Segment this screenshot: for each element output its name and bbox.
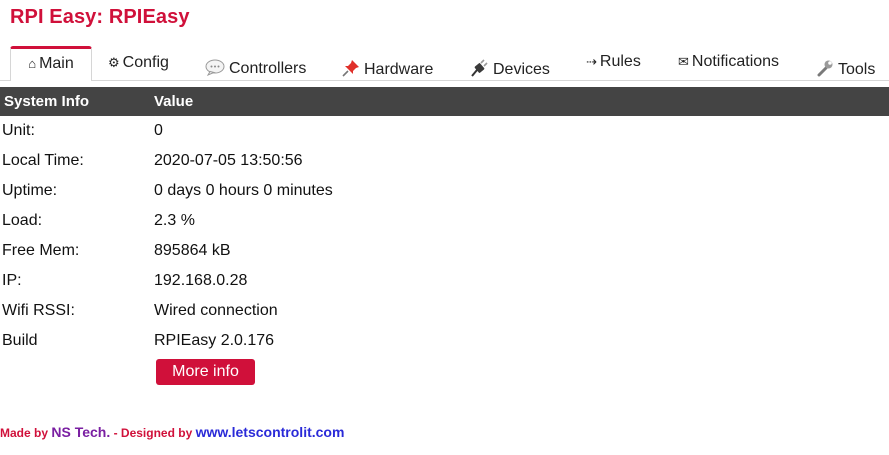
tab-devices[interactable]: Devices [469,59,550,79]
footer-link[interactable]: www.letscontrolit.com [196,424,345,440]
app-title: RPI Easy: RPIEasy [10,6,190,28]
row-value: Wired connection [154,302,278,319]
row-label: Wifi RSSI: [2,302,75,319]
row-label: Free Mem: [2,242,80,259]
row-value: 2.3 % [154,212,195,229]
tab-rules[interactable]: ⇢ Rules [586,53,641,71]
tab-notifications-label: Notifications [691,53,780,70]
header-value: Value [154,87,889,116]
more-info-button[interactable]: More info [156,359,255,385]
footer-made-by: Made by [0,426,52,440]
row-label: Local Time: [2,152,84,169]
tab-hardware-label: Hardware [364,61,434,78]
table-row: Local Time: 2020-07-05 13:50:56 [0,146,889,176]
row-label: Load: [2,212,43,229]
tab-controllers[interactable]: Controllers [205,59,306,78]
table-row: IP: 192.168.0.28 [0,266,889,296]
row-label: Uptime: [2,182,58,199]
table-row: Build RPIEasy 2.0.176 [0,326,889,356]
tab-main[interactable]: ⌂ Main [10,46,92,82]
table-row: Unit: 0 [0,116,889,146]
tab-main-label: Main [39,55,74,72]
row-label: Unit: [2,122,35,139]
row-value: RPIEasy 2.0.176 [154,332,275,349]
row-value: 2020-07-05 13:50:56 [154,152,303,169]
tab-hardware[interactable]: Hardware [342,59,433,79]
system-info-table: System Info Value Unit: 0 Local Time: 20… [0,87,889,356]
tab-bar: ⌂ Main ⚙ Config Controllers Hardware Devic… [0,44,889,82]
row-value: 0 [154,122,163,139]
footer-brand: NS Tech. [51,424,111,440]
header-system-info: System Info [0,87,154,116]
table-header-row: System Info Value [0,87,889,116]
table-row: Wifi RSSI: Wired connection [0,296,889,326]
tab-tools[interactable]: Tools [816,59,875,79]
table-row: Free Mem: 895864 kB [0,236,889,266]
tab-controllers-label: Controllers [229,60,307,77]
row-value: 895864 kB [154,242,231,259]
gear-icon: ⚙ [108,55,120,70]
speech-bubble-icon [205,59,225,77]
tab-notifications[interactable]: ✉ Notifications [678,53,779,71]
tab-config-label: Config [122,54,169,71]
tab-rules-label: Rules [599,53,641,70]
row-label: Build [2,332,38,349]
tab-devices-label: Devices [493,61,550,78]
footer-designed-by: - Designed by [110,426,196,440]
wrench-icon [817,60,833,77]
tab-config[interactable]: ⚙ Config [108,54,169,72]
envelope-icon: ✉ [678,54,689,69]
tab-tools-label: Tools [838,61,876,78]
arrow-right-icon: ⇢ [586,54,597,69]
row-value: 0 days 0 hours 0 minutes [154,182,333,199]
footer: Made by NS Tech. - Designed by www.letsc… [0,424,344,440]
pushpin-icon [342,60,359,77]
table-row: Load: 2.3 % [0,206,889,236]
home-icon: ⌂ [28,56,37,71]
row-label: IP: [2,272,22,289]
table-row: Uptime: 0 days 0 hours 0 minutes [0,176,889,206]
plug-icon [471,59,488,77]
row-value: 192.168.0.28 [154,272,248,289]
